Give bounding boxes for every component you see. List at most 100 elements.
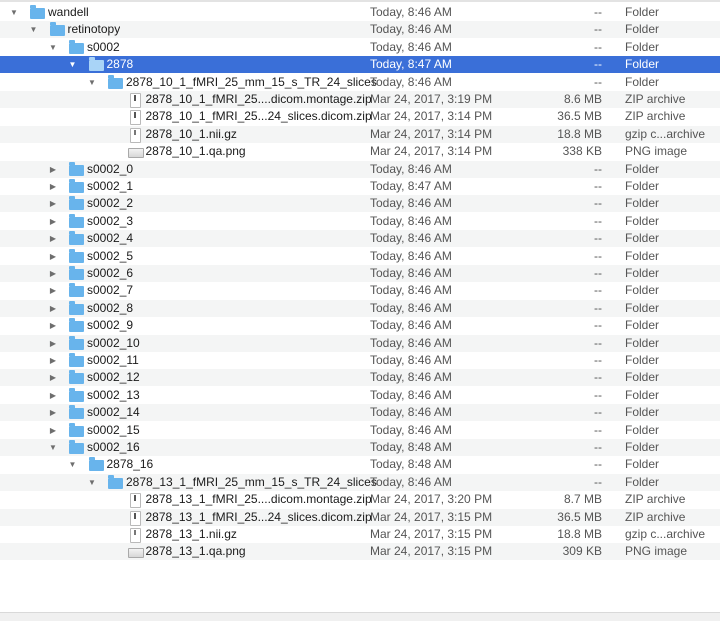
folder-row[interactable]: ▶ s0002_2 Today, 8:46 AM -- Folder [0, 195, 720, 213]
disclosure-triangle-down-icon[interactable]: ▼ [68, 56, 78, 73]
folder-row[interactable]: ▶ s0002_0 Today, 8:46 AM -- Folder [0, 160, 720, 178]
file-row[interactable]: 2878_13_1_fMRI_25...24_slices.dicom.zip M… [0, 508, 720, 526]
column-header-edge [0, 0, 720, 2]
file-size: 18.8 MB [557, 527, 602, 541]
file-row[interactable]: 2878_10_1_fMRI_25...24_slices.dicom.zip M… [0, 108, 720, 126]
file-name: s0002_16 [87, 440, 140, 454]
file-kind: Folder [625, 300, 660, 315]
disclosure-triangle-right-icon[interactable]: ▶ [48, 178, 58, 195]
folder-row[interactable]: ▼ s0002 Today, 8:46 AM -- Folder [0, 39, 720, 56]
disclosure-triangle-right-icon[interactable]: ▶ [48, 265, 58, 282]
file-name: s0002_0 [87, 161, 134, 176]
file-name: wandell [48, 5, 89, 19]
folder-icon [69, 300, 84, 315]
folder-row[interactable]: ▶ s0002_1 Today, 8:47 AM -- Folder [0, 178, 720, 195]
file-size: -- [594, 422, 602, 437]
file-row[interactable]: 2878_10_1.qa.png Mar 24, 2017, 3:14 PM 338… [0, 143, 720, 160]
folder-row[interactable]: ▼ 2878 Today, 8:47 AM -- Folder [0, 56, 720, 74]
disclosure-triangle-right-icon[interactable]: ▶ [48, 161, 58, 178]
file-size: 309 KB [562, 544, 602, 559]
file-kind: Folder [625, 440, 660, 454]
file-size: -- [594, 283, 602, 298]
folder-icon [69, 370, 84, 385]
date-modified: Today, 8:46 AM [370, 196, 452, 211]
folder-row[interactable]: ▶ s0002_12 Today, 8:46 AM -- Folder [0, 369, 720, 387]
disclosure-triangle-right-icon[interactable]: ▶ [48, 195, 58, 212]
date-modified: Today, 8:46 AM [370, 22, 452, 37]
disclosure-triangle-right-icon[interactable]: ▶ [48, 335, 58, 352]
folder-row[interactable]: ▼ 2878_13_1_fMRI_25_mm_15_s_TR_24_slices T… [0, 473, 720, 491]
folder-icon [69, 405, 84, 420]
folder-row[interactable]: ▶ s0002_11 Today, 8:46 AM -- Folder [0, 352, 720, 369]
folder-row[interactable]: ▶ s0002_3 Today, 8:46 AM -- Folder [0, 213, 720, 230]
disclosure-triangle-down-icon[interactable]: ▼ [29, 21, 39, 38]
folder-row[interactable]: ▶ s0002_10 Today, 8:46 AM -- Folder [0, 334, 720, 352]
folder-row[interactable]: ▶ s0002_4 Today, 8:46 AM -- Folder [0, 230, 720, 248]
folder-row[interactable]: ▼ wandell Today, 8:46 AM -- Folder [0, 4, 720, 21]
file-name: s0002_1 [87, 179, 134, 193]
disclosure-triangle-right-icon[interactable]: ▶ [48, 422, 58, 439]
folder-icon [69, 387, 84, 402]
folder-icon [69, 196, 84, 211]
date-modified: Mar 24, 2017, 3:14 PM [370, 144, 493, 159]
file-row[interactable]: 2878_10_1.nii.gz Mar 24, 2017, 3:14 PM 18.… [0, 125, 720, 143]
file-size: 8.6 MB [563, 92, 602, 106]
folder-row[interactable]: ▶ s0002_6 Today, 8:46 AM -- Folder [0, 265, 720, 282]
folder-row[interactable]: ▶ s0002_13 Today, 8:46 AM -- Folder [0, 387, 720, 404]
file-size: -- [594, 300, 602, 315]
disclosure-triangle-down-icon[interactable]: ▼ [87, 474, 97, 491]
disclosure-triangle-right-icon[interactable]: ▶ [48, 300, 58, 317]
date-modified: Today, 8:46 AM [370, 161, 452, 176]
file-name: s0002 [87, 39, 120, 54]
disclosure-triangle-down-icon[interactable]: ▼ [48, 439, 58, 456]
folder-row[interactable]: ▼ 2878_16 Today, 8:48 AM -- Folder [0, 456, 720, 473]
date-modified: Today, 8:46 AM [370, 300, 452, 315]
folder-row[interactable]: ▼ retinotopy Today, 8:46 AM -- Folder [0, 21, 720, 39]
file-name: s0002_12 [87, 370, 140, 385]
file-name: 2878_10_1_fMRI_25...24_slices.dicom.zip [145, 109, 372, 124]
disclosure-triangle-down-icon[interactable]: ▼ [9, 4, 19, 21]
file-size: -- [594, 474, 602, 489]
disclosure-triangle-down-icon[interactable]: ▼ [48, 39, 58, 56]
folder-icon [69, 39, 84, 54]
folder-row[interactable]: ▶ s0002_8 Today, 8:46 AM -- Folder [0, 299, 720, 317]
disclosure-triangle-right-icon[interactable]: ▶ [48, 213, 58, 230]
disclosure-triangle-down-icon[interactable]: ▼ [87, 74, 97, 91]
disclosure-triangle-right-icon[interactable]: ▶ [48, 352, 58, 369]
folder-row[interactable]: ▶ s0002_15 Today, 8:46 AM -- Folder [0, 422, 720, 439]
file-size: -- [594, 405, 602, 420]
image-file-icon [127, 148, 144, 159]
disclosure-triangle-right-icon[interactable]: ▶ [48, 230, 58, 247]
disclosure-triangle-right-icon[interactable]: ▶ [48, 317, 58, 334]
disclosure-triangle-right-icon[interactable]: ▶ [48, 404, 58, 421]
file-kind: Folder [625, 387, 660, 402]
file-size: -- [594, 248, 602, 263]
folder-row[interactable]: ▶ s0002_5 Today, 8:46 AM -- Folder [0, 248, 720, 265]
disclosure-triangle-right-icon[interactable]: ▶ [48, 248, 58, 265]
file-row[interactable]: 2878_13_1_fMRI_25....dicom.montage.zip Ma… [0, 491, 720, 509]
folder-row[interactable]: ▶ s0002_7 Today, 8:46 AM -- Folder [0, 282, 720, 299]
file-name: s0002_6 [87, 266, 134, 280]
file-name: s0002_4 [87, 231, 134, 246]
folder-icon [69, 335, 84, 350]
date-modified: Mar 24, 2017, 3:15 PM [370, 509, 493, 524]
file-size: -- [594, 387, 602, 402]
date-modified: Today, 8:47 AM [370, 179, 452, 193]
folder-row[interactable]: ▶ s0002_9 Today, 8:46 AM -- Folder [0, 317, 720, 334]
file-kind: Folder [625, 179, 660, 193]
disclosure-triangle-right-icon[interactable]: ▶ [48, 387, 58, 404]
folder-row[interactable]: ▼ 2878_10_1_fMRI_25_mm_15_s_TR_24_slices T… [0, 74, 720, 91]
file-row[interactable]: 2878_13_1.nii.gz Mar 24, 2017, 3:15 PM 18.… [0, 526, 720, 543]
file-row[interactable]: 2878_13_1.qa.png Mar 24, 2017, 3:15 PM 309… [0, 543, 720, 561]
file-kind: ZIP archive [625, 509, 686, 524]
file-kind: Folder [625, 266, 660, 280]
file-kind: Folder [625, 57, 660, 72]
disclosure-triangle-down-icon[interactable]: ▼ [68, 456, 78, 473]
file-size: -- [594, 74, 602, 89]
file-kind: Folder [625, 422, 660, 437]
disclosure-triangle-right-icon[interactable]: ▶ [48, 282, 58, 299]
folder-row[interactable]: ▶ s0002_14 Today, 8:46 AM -- Folder [0, 404, 720, 422]
disclosure-triangle-right-icon[interactable]: ▶ [48, 369, 58, 386]
file-row[interactable]: 2878_10_1_fMRI_25....dicom.montage.zip Ma… [0, 91, 720, 108]
folder-row[interactable]: ▼ s0002_16 Today, 8:48 AM -- Folder [0, 439, 720, 456]
